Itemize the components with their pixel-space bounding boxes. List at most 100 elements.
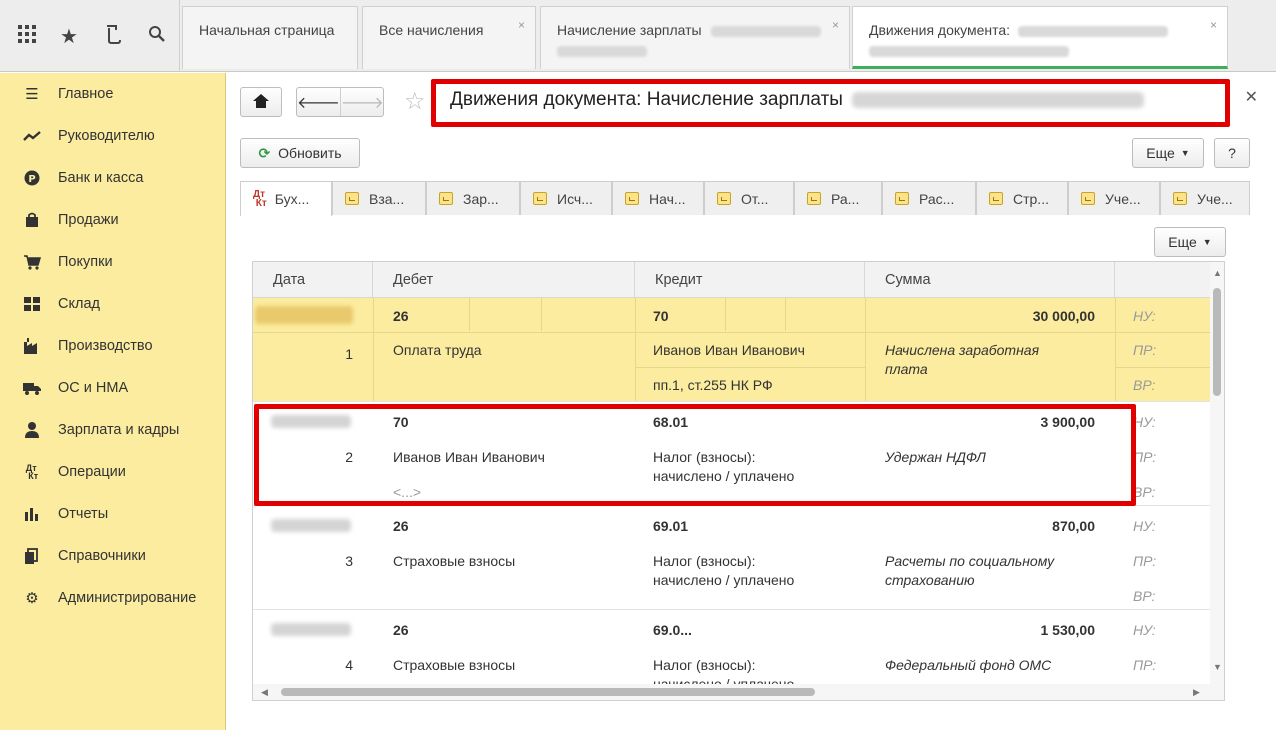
sidebar-item-administration[interactable]: ⚙ Администрирование	[22, 586, 222, 610]
scroll-up-icon[interactable]: ▲	[1213, 268, 1222, 278]
back-arrow-icon[interactable]: 🡐	[297, 88, 340, 116]
tax-label-vr: ВР:	[1133, 484, 1156, 500]
favorites-star-icon[interactable]: ★	[56, 24, 82, 50]
blurred-date	[271, 623, 351, 636]
tab-accounting[interactable]: Дт Кт Бух...	[240, 181, 332, 216]
apps-grid-icon[interactable]	[14, 24, 40, 50]
sidebar-item-reports[interactable]: Отчеты	[22, 502, 222, 526]
vertical-scrollbar[interactable]: ▲ ▼	[1210, 262, 1224, 700]
sidebar-item-sales[interactable]: Продажи	[22, 208, 222, 232]
tab-label: Вза...	[369, 190, 405, 207]
tab-register[interactable]: Рас...	[882, 181, 976, 215]
credit-account: 69.01	[653, 518, 689, 534]
tax-label-nu: НУ:	[1133, 414, 1156, 430]
table-row[interactable]: 3 26 Страховые взносы 69.01 Налог (взнос…	[253, 506, 1211, 610]
register-icon	[717, 192, 731, 205]
tab-register[interactable]: Зар...	[426, 181, 520, 215]
column-header-credit[interactable]: Кредит	[635, 262, 865, 298]
sidebar-item-warehouse[interactable]: Склад	[22, 292, 222, 316]
tax-label-pr: ПР:	[1133, 342, 1157, 358]
column-header-debit[interactable]: Дебет	[373, 262, 635, 298]
home-button[interactable]	[240, 87, 282, 117]
tab-register[interactable]: Нач...	[612, 181, 704, 215]
tab-register[interactable]: Уче...	[1160, 181, 1250, 215]
horizontal-scroll-thumb[interactable]	[281, 688, 815, 696]
sidebar-item-label: ОС и НМА	[58, 380, 129, 396]
blurred-date	[255, 306, 353, 324]
table-row[interactable]: 2 70 Иванов Иван Иванович <...> 68.01 На…	[253, 402, 1211, 506]
scroll-right-icon[interactable]: ▶	[1193, 687, 1200, 698]
svg-text:Р: Р	[28, 174, 35, 185]
sidebar-item-label: Отчеты	[58, 506, 109, 522]
forward-arrow-icon[interactable]: 🡒	[339, 88, 384, 116]
tab-all-accruals[interactable]: Все начисления ×	[362, 6, 536, 69]
dt-kt-icon: Дт Кт	[253, 189, 267, 209]
debit-account: 26	[393, 308, 409, 324]
refresh-button[interactable]: ⟳ Обновить	[240, 138, 360, 168]
tab-register[interactable]: Стр...	[976, 181, 1068, 215]
credit-subconto: Иванов Иван Иванович	[653, 342, 805, 358]
gear-icon: ⚙	[25, 590, 39, 607]
sidebar-item-fixed-assets[interactable]: ОС и НМА	[22, 376, 222, 400]
amount: 870,00	[1052, 518, 1095, 534]
sidebar-item-salary-hr[interactable]: Зарплата и кадры	[22, 418, 222, 442]
scroll-left-icon[interactable]: ◀	[261, 687, 268, 698]
table-more-button[interactable]: Еще ▼	[1154, 227, 1226, 257]
home-icon	[253, 93, 269, 111]
vertical-scroll-thumb[interactable]	[1213, 288, 1221, 396]
main-panel: 🡐 🡒 ☆ Движения документа: Начисление зар…	[226, 73, 1276, 730]
credit-account: 68.01	[653, 414, 689, 430]
sidebar-item-bank[interactable]: Р Банк и касса	[22, 166, 222, 190]
more-button[interactable]: Еще ▼	[1132, 138, 1204, 168]
history-icon[interactable]	[100, 24, 126, 50]
tab-document-movements[interactable]: Движения документа: ×	[852, 6, 1228, 69]
close-icon[interactable]: ×	[518, 16, 525, 34]
amount: 1 530,00	[1040, 622, 1096, 638]
person-icon	[22, 421, 42, 439]
search-icon[interactable]	[144, 24, 170, 50]
tab-label: Начисление зарплаты	[557, 22, 702, 38]
sidebar-item-operations[interactable]: Дт Кт Операции	[22, 460, 222, 484]
column-header-amount[interactable]: Сумма	[865, 262, 1115, 298]
horizontal-scrollbar[interactable]: ◀ ▶	[253, 684, 1224, 700]
table-row[interactable]: 1 26 Оплата труда 70 Иванов Иван Иванови…	[253, 298, 1211, 402]
tax-label-vr: ВР:	[1133, 377, 1156, 393]
ruble-icon: Р	[22, 169, 42, 187]
tab-label: Зар...	[463, 190, 499, 207]
postings-table[interactable]: Дата Дебет Кредит Сумма 1 26 Оплата труд…	[252, 261, 1225, 701]
close-icon[interactable]: ✕	[1245, 87, 1258, 107]
register-icon	[1173, 192, 1187, 205]
sidebar-item-production[interactable]: Производство	[22, 334, 222, 358]
scroll-down-icon[interactable]: ▼	[1213, 662, 1222, 672]
tab-label: Движения документа:	[869, 22, 1011, 38]
sidebar-item-purchases[interactable]: Покупки	[22, 250, 222, 274]
bag-icon	[22, 211, 42, 229]
register-icon	[439, 192, 453, 205]
sidebar-item-label: Банк и касса	[58, 170, 144, 186]
tab-register[interactable]: Ра...	[794, 181, 882, 215]
chevron-down-icon: ▼	[1202, 237, 1212, 247]
tab-home[interactable]: Начальная страница	[182, 6, 358, 69]
tab-label: Уче...	[1105, 190, 1141, 207]
sidebar-item-label: Справочники	[58, 548, 146, 564]
description: Удержан НДФЛ	[885, 449, 986, 465]
tab-payroll[interactable]: Начисление зарплаты ×	[540, 6, 850, 69]
favorite-star-icon[interactable]: ☆	[404, 87, 426, 116]
tax-label-nu: НУ:	[1133, 308, 1156, 324]
close-icon[interactable]: ×	[832, 16, 839, 34]
sidebar-item-main[interactable]: ☰ Главное	[22, 82, 222, 106]
description: Расчеты по социальному	[885, 553, 1055, 569]
sidebar-item-references[interactable]: Справочники	[22, 544, 222, 568]
sidebar-item-manager[interactable]: Руководителю	[22, 124, 222, 148]
column-header-date[interactable]: Дата	[253, 262, 373, 298]
tab-register[interactable]: Уче...	[1068, 181, 1160, 215]
help-button[interactable]: ?	[1214, 138, 1250, 168]
tab-register[interactable]: Исч...	[520, 181, 612, 215]
close-icon[interactable]: ×	[1210, 16, 1217, 34]
tab-label: Бух...	[274, 191, 310, 207]
tab-register[interactable]: Вза...	[332, 181, 426, 215]
tab-register[interactable]: От...	[704, 181, 794, 215]
tab-label: Все начисления	[379, 22, 484, 38]
chevron-down-icon: ▼	[1180, 148, 1190, 158]
description: плата	[885, 361, 928, 377]
